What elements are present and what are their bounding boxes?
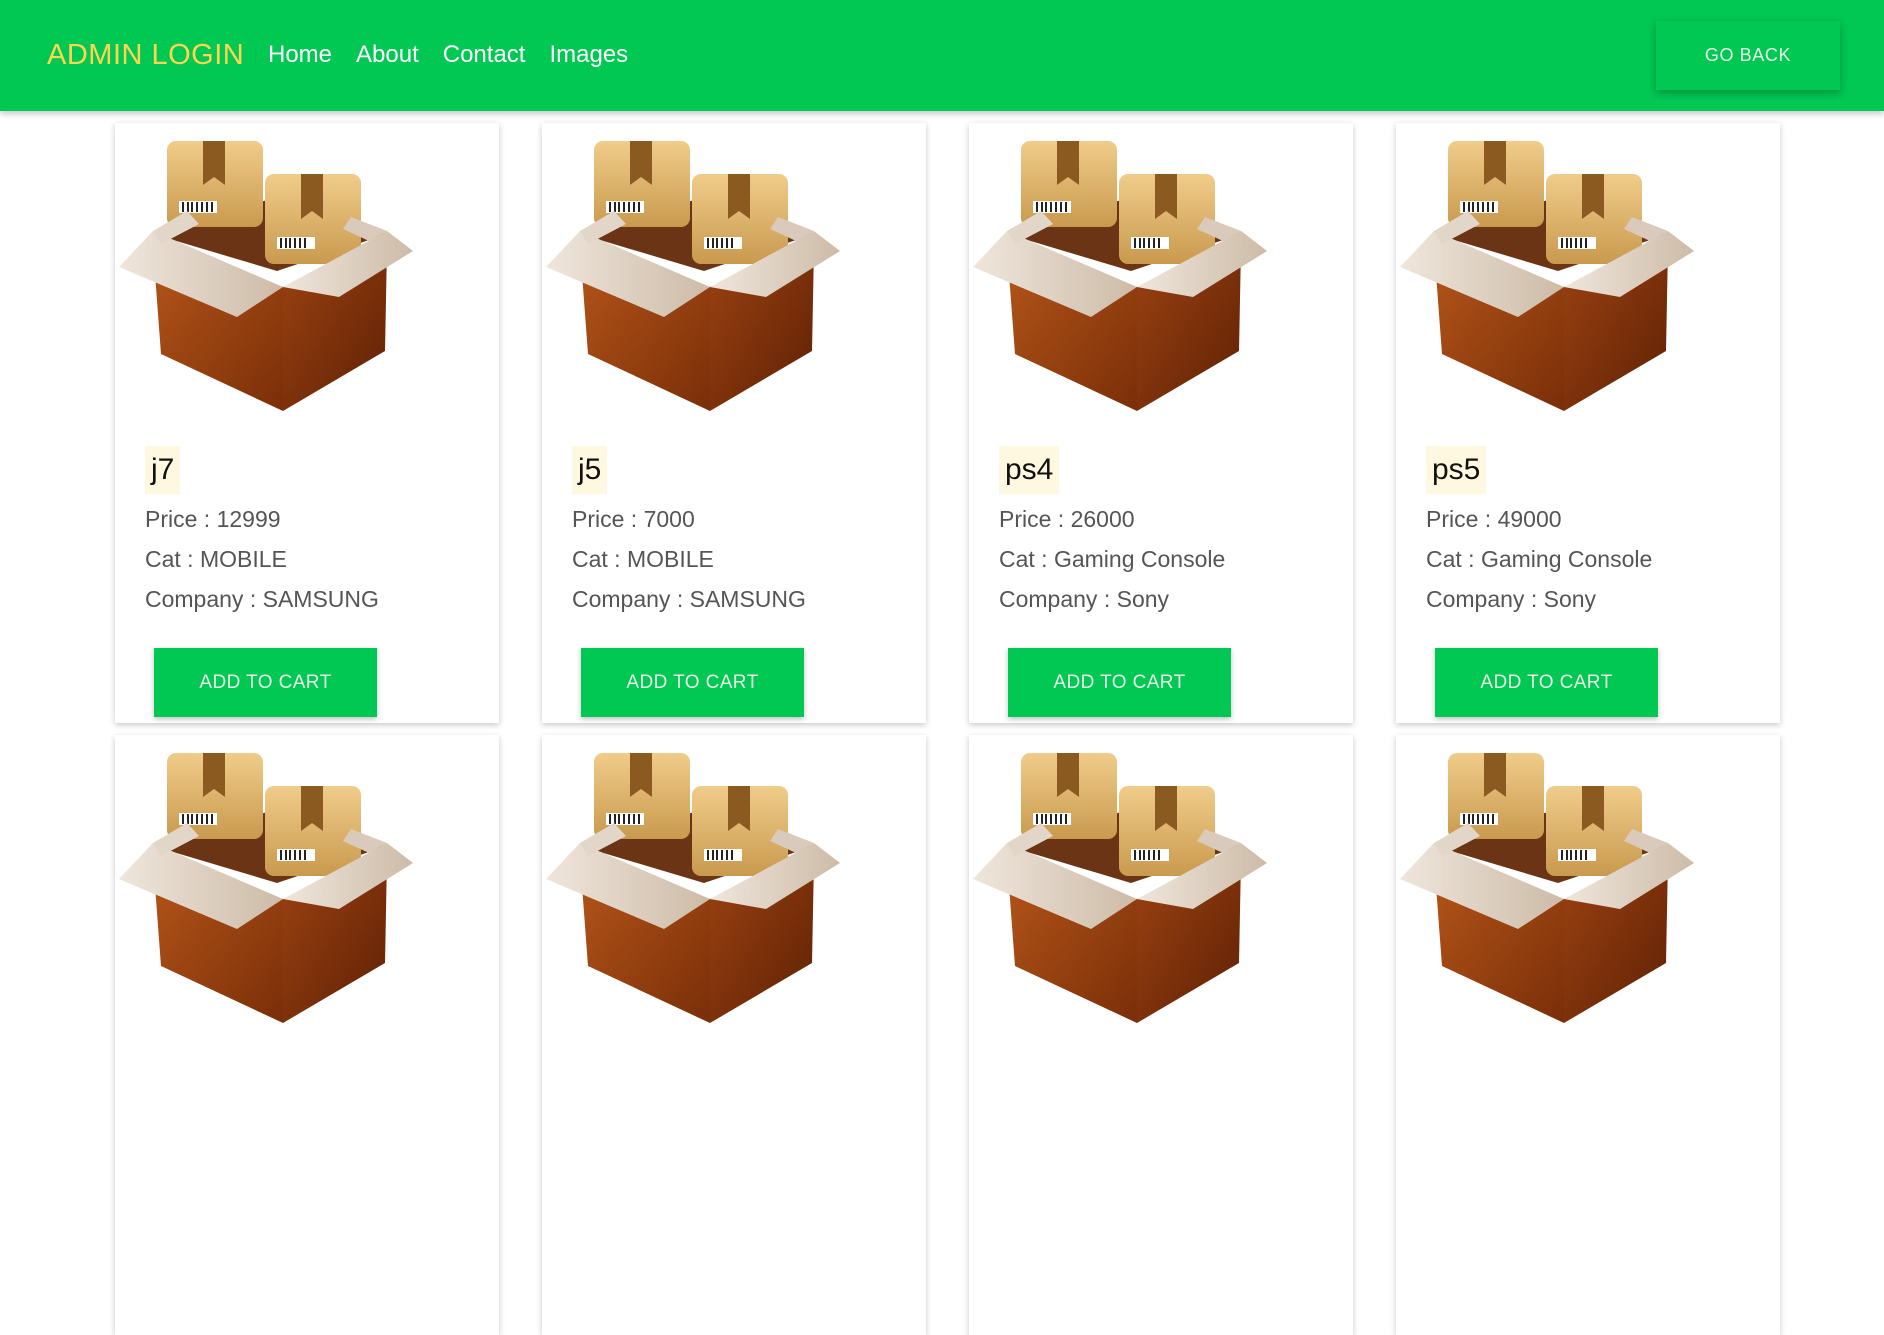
product-card bbox=[115, 735, 499, 1335]
product-name: ps5 bbox=[1426, 446, 1487, 494]
product-name: j5 bbox=[572, 446, 608, 494]
product-name: ps4 bbox=[999, 446, 1060, 494]
product-price: Price : 26000 bbox=[999, 506, 1135, 532]
product-card: j7 Price : 12999 Cat : MOBILE Company : … bbox=[115, 123, 499, 723]
product-price: Price : 7000 bbox=[572, 506, 695, 532]
product-company: Company : Sony bbox=[999, 586, 1170, 612]
add-to-cart-button[interactable]: ADD TO CART bbox=[1435, 648, 1658, 717]
product-price: Price : 49000 bbox=[1426, 506, 1562, 532]
product-company: Company : SAMSUNG bbox=[572, 586, 806, 612]
nav-link-contact[interactable]: Contact bbox=[443, 38, 526, 72]
navbar: ADMIN LOGIN Home About Contact Images GO… bbox=[0, 0, 1884, 111]
product-name: j7 bbox=[145, 446, 181, 494]
product-card bbox=[542, 735, 926, 1335]
product-card: ps5 Price : 49000 Cat : Gaming Console C… bbox=[1396, 123, 1780, 723]
product-company: Company : Sony bbox=[1426, 586, 1597, 612]
nav-link-about[interactable]: About bbox=[356, 38, 419, 72]
add-to-cart-button[interactable]: ADD TO CART bbox=[1008, 648, 1231, 717]
product-price: Price : 12999 bbox=[145, 506, 281, 532]
nav-links: Home About Contact Images bbox=[268, 38, 628, 72]
nav-link-home[interactable]: Home bbox=[268, 38, 332, 72]
product-category: Cat : MOBILE bbox=[145, 546, 287, 572]
product-category: Cat : Gaming Console bbox=[1426, 546, 1653, 572]
open-cardboard-box-icon bbox=[972, 752, 1268, 1024]
product-card bbox=[969, 735, 1353, 1335]
product-category: Cat : Gaming Console bbox=[999, 546, 1226, 572]
open-cardboard-box-icon bbox=[1399, 752, 1695, 1024]
open-cardboard-box-icon bbox=[1399, 140, 1695, 412]
add-to-cart-button[interactable]: ADD TO CART bbox=[154, 648, 377, 717]
brand-title[interactable]: ADMIN LOGIN bbox=[47, 36, 244, 74]
product-category: Cat : MOBILE bbox=[572, 546, 714, 572]
open-cardboard-box-icon bbox=[545, 752, 841, 1024]
open-cardboard-box-icon bbox=[972, 140, 1268, 412]
product-card bbox=[1396, 735, 1780, 1335]
product-card: ps4 Price : 26000 Cat : Gaming Console C… bbox=[969, 123, 1353, 723]
add-to-cart-button[interactable]: ADD TO CART bbox=[581, 648, 804, 717]
product-company: Company : SAMSUNG bbox=[145, 586, 379, 612]
product-card: j5 Price : 7000 Cat : MOBILE Company : S… bbox=[542, 123, 926, 723]
nav-link-images[interactable]: Images bbox=[549, 38, 628, 72]
open-cardboard-box-icon bbox=[118, 140, 414, 412]
go-back-button[interactable]: GO BACK bbox=[1656, 21, 1840, 90]
product-grid: j7 Price : 12999 Cat : MOBILE Company : … bbox=[115, 123, 1783, 1335]
open-cardboard-box-icon bbox=[118, 752, 414, 1024]
open-cardboard-box-icon bbox=[545, 140, 841, 412]
